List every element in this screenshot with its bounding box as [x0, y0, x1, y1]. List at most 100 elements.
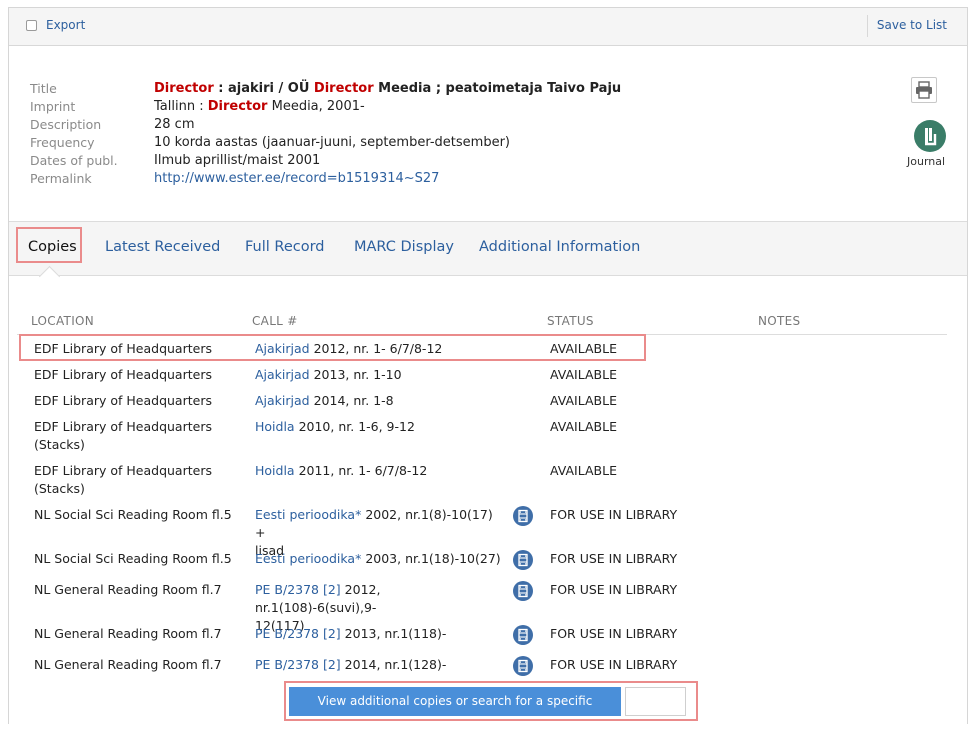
- location-cell: EDF Library of Headquarters: [34, 392, 234, 410]
- call-number-line: PE B/2378 [2] 2014, nr.1(128)-: [255, 656, 505, 674]
- imprint-text: Tallinn :: [154, 99, 208, 114]
- call-number-text: 2010, nr. 1-6, 9-12: [298, 419, 415, 434]
- call-number-line: Eesti perioodika* 2002, nr.1(8)-10(17) +: [255, 506, 505, 542]
- description-row: Description 28 cm: [30, 116, 621, 134]
- location-cell: EDF Library of Headquarters (Stacks): [34, 418, 234, 454]
- tab-copies[interactable]: Copies: [28, 239, 77, 255]
- call-number-text: 2014, nr.1(128)-: [344, 657, 447, 672]
- location-text: EDF Library of Headquarters: [34, 419, 212, 434]
- call-number-cell: PE B/2378 [2] 2014, nr.1(128)-: [255, 656, 505, 674]
- location-cell: NL Social Sci Reading Room fl.5: [34, 506, 234, 524]
- location-cell: NL General Reading Room fl.7: [34, 581, 234, 599]
- imprint-label: Imprint: [30, 99, 76, 114]
- status-cell: FOR USE IN LIBRARY: [550, 551, 678, 566]
- call-number-link[interactable]: Hoidla: [255, 463, 295, 478]
- dates-row: Dates of publ. Ilmub aprillist/maist 200…: [30, 152, 621, 170]
- title-row: Title Director : ajakiri / OÜ Director M…: [30, 80, 621, 98]
- call-number-link[interactable]: Ajakirjad: [255, 367, 310, 382]
- volume-search-input[interactable]: [625, 687, 686, 716]
- column-header-status: STATUS: [547, 314, 594, 328]
- description-label: Description: [30, 117, 102, 132]
- location-cell: EDF Library of Headquarters (Stacks): [34, 462, 234, 498]
- view-additional-copies-button[interactable]: View additional copies or search for a s…: [289, 687, 621, 737]
- call-number-link[interactable]: PE B/2378 [2]: [255, 657, 341, 672]
- status-cell: AVAILABLE: [550, 419, 617, 434]
- location-text: (Stacks): [34, 481, 85, 496]
- call-number-cell: Ajakirjad 2014, nr. 1-8: [255, 392, 505, 410]
- column-header-location: LOCATION: [31, 314, 95, 328]
- call-number-text: 2014, nr. 1-8: [313, 393, 394, 408]
- format-label: Journal: [907, 155, 946, 168]
- location-text: NL Social Sci Reading Room fl.5: [34, 551, 232, 566]
- location-cell: EDF Library of Headquarters: [34, 366, 234, 384]
- bib-record: Title Director : ajakiri / OÜ Director M…: [30, 80, 621, 188]
- imprint-text: Meedia, 2001-: [267, 99, 365, 114]
- film-icon[interactable]: [513, 550, 533, 570]
- permalink-label: Permalink: [30, 171, 92, 186]
- title-highlight: Director: [154, 81, 214, 96]
- call-number-link[interactable]: PE B/2378 [2]: [255, 582, 341, 597]
- status-cell: AVAILABLE: [550, 463, 617, 478]
- active-tab-pointer: [38, 265, 61, 288]
- call-number-cell: Ajakirjad 2013, nr. 1-10: [255, 366, 505, 384]
- tab-marc-display[interactable]: MARC Display: [354, 239, 454, 255]
- journal-icon: [914, 120, 946, 152]
- export-checkbox[interactable]: [26, 20, 37, 31]
- call-number-line: Ajakirjad 2013, nr. 1-10: [255, 366, 505, 384]
- tab-full-record[interactable]: Full Record: [245, 239, 325, 255]
- call-number-text: 2011, nr. 1- 6/7/8-12: [298, 463, 428, 478]
- imprint-value: Tallinn : Director Meedia, 2001-: [154, 98, 365, 116]
- title-highlight: Director: [313, 81, 374, 96]
- tab-latest-received[interactable]: Latest Received: [105, 239, 220, 255]
- call-number-link[interactable]: Ajakirjad: [255, 393, 310, 408]
- status-cell: AVAILABLE: [550, 393, 617, 408]
- location-cell: NL General Reading Room fl.7: [34, 656, 234, 674]
- film-icon[interactable]: [513, 506, 533, 526]
- location-text: NL General Reading Room fl.7: [34, 657, 222, 672]
- call-number-cell: Eesti perioodika* 2003, nr.1(18)-10(27): [255, 550, 505, 568]
- export-link[interactable]: Export: [46, 18, 85, 32]
- dates-label: Dates of publ.: [30, 153, 118, 168]
- record-toolbar: Export Save to List: [9, 8, 967, 46]
- location-text: EDF Library of Headquarters: [34, 463, 212, 478]
- save-to-list-link[interactable]: Save to List: [877, 18, 947, 32]
- permalink-link[interactable]: http://www.ester.ee/record=b1519314~S27: [154, 170, 439, 188]
- film-icon[interactable]: [513, 625, 533, 645]
- description-value: 28 cm: [154, 117, 195, 132]
- location-text: EDF Library of Headquarters: [34, 393, 212, 408]
- location-cell: NL General Reading Room fl.7: [34, 625, 234, 643]
- printer-icon: [916, 81, 932, 99]
- first-row-highlight: [19, 334, 646, 361]
- column-header-notes: NOTES: [758, 314, 801, 328]
- film-icon[interactable]: [513, 581, 533, 601]
- call-number-link[interactable]: Hoidla: [255, 419, 295, 434]
- call-number-text: 2013, nr. 1-10: [313, 367, 402, 382]
- call-number-link[interactable]: PE B/2378 [2]: [255, 626, 341, 641]
- record-panel: Export Save to List Title Director : aja…: [8, 7, 968, 737]
- status-cell: AVAILABLE: [550, 367, 617, 382]
- location-text: EDF Library of Headquarters: [34, 367, 212, 382]
- column-header-call-number: CALL #: [252, 314, 298, 328]
- title-text: : ajakiri / OÜ: [213, 81, 314, 96]
- status-cell: FOR USE IN LIBRARY: [550, 626, 678, 641]
- imprint-highlight: Director: [207, 99, 268, 114]
- frequency-value: 10 korda aastas (jaanuar-juuni, septembe…: [154, 135, 510, 150]
- call-number-cell: Hoidla 2010, nr. 1-6, 9-12: [255, 418, 505, 436]
- location-text: (Stacks): [34, 437, 85, 452]
- frequency-row: Frequency 10 korda aastas (jaanuar-juuni…: [30, 134, 621, 152]
- call-number-line: Hoidla 2010, nr. 1-6, 9-12: [255, 418, 505, 436]
- call-number-line: Ajakirjad 2014, nr. 1-8: [255, 392, 505, 410]
- title-text: Meedia ; peatoimetaja Taivo Paju: [373, 81, 622, 96]
- call-number-line: Hoidla 2011, nr. 1- 6/7/8-12: [255, 462, 505, 480]
- call-number-link[interactable]: Eesti perioodika*: [255, 507, 361, 522]
- call-number-cell: Hoidla 2011, nr. 1- 6/7/8-12: [255, 462, 505, 480]
- call-number-line: Eesti perioodika* 2003, nr.1(18)-10(27): [255, 550, 505, 568]
- location-cell: NL Social Sci Reading Room fl.5: [34, 550, 234, 568]
- tab-additional-information[interactable]: Additional Information: [479, 239, 640, 255]
- print-button[interactable]: [911, 77, 937, 103]
- film-icon[interactable]: [513, 656, 533, 676]
- title-label: Title: [30, 81, 57, 96]
- call-number-link[interactable]: Eesti perioodika*: [255, 551, 361, 566]
- title-value: Director : ajakiri / OÜ Director Meedia …: [154, 80, 621, 98]
- status-cell: FOR USE IN LIBRARY: [550, 582, 678, 597]
